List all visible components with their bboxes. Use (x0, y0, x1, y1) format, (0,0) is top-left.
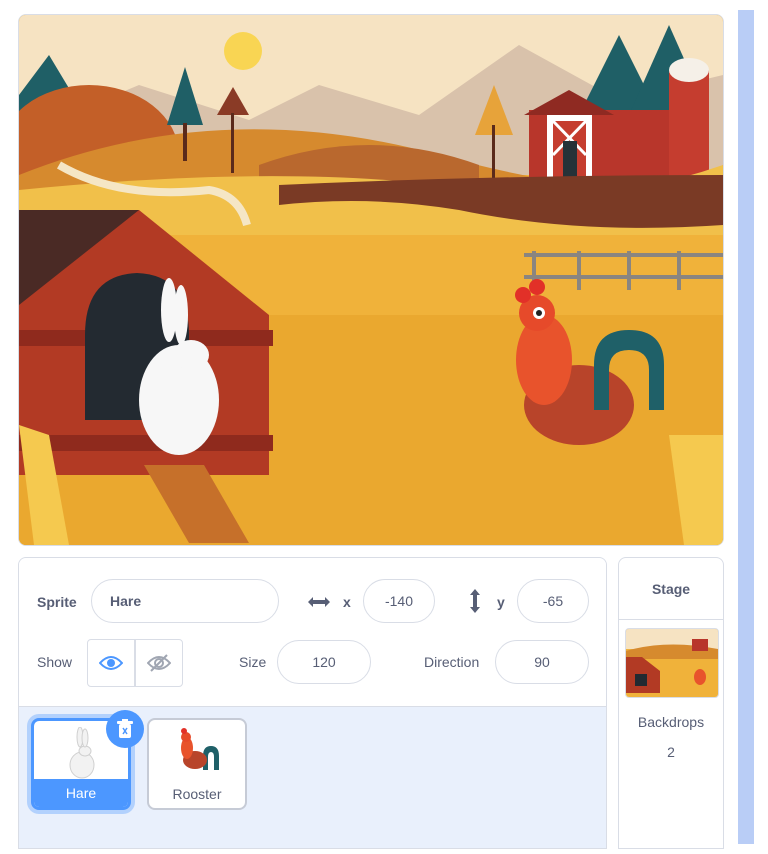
sprite-name-rooster: Rooster (172, 786, 222, 802)
show-label: Show (37, 654, 73, 670)
sprite-label: Sprite (37, 594, 77, 610)
show-hidden-button[interactable] (135, 639, 183, 687)
size-value: 120 (312, 654, 336, 670)
direction-value: 90 (534, 654, 550, 670)
scrollbar[interactable] (738, 10, 754, 844)
y-label: y (497, 594, 505, 610)
sprite-tile-rooster[interactable]: Rooster (147, 718, 247, 810)
hare-thumbnail (69, 727, 95, 779)
show-visible-button[interactable] (87, 639, 135, 687)
stage-selector[interactable]: Stage Backdrops 2 (618, 557, 724, 849)
backdrops-count: 2 (667, 744, 675, 760)
direction-field[interactable]: 90 (495, 640, 589, 684)
sprite-info: Sprite Hare x -140 y -65 Show Size 120 D… (19, 558, 606, 707)
trash-icon (117, 719, 133, 738)
farm-backdrop-image (19, 15, 723, 545)
sprite-pane: Sprite Hare x -140 y -65 Show Size 120 D… (18, 557, 607, 849)
x-label: x (343, 594, 351, 610)
size-label: Size (239, 654, 267, 670)
sprite-name-value: Hare (110, 593, 142, 609)
sprite-name-hare: Hare (34, 779, 128, 807)
rooster-thumbnail (181, 728, 219, 770)
eye-slash-icon (147, 654, 171, 672)
y-position-icon (467, 588, 483, 614)
y-value: -65 (542, 593, 564, 609)
stage-title: Stage (619, 558, 723, 620)
backdrop-thumbnail-image (626, 629, 718, 697)
direction-label: Direction (424, 654, 480, 670)
backdrops-label: Backdrops (637, 714, 705, 730)
size-field[interactable]: 120 (277, 640, 371, 684)
stage-thumbnail[interactable] (625, 628, 719, 698)
eye-icon (99, 656, 123, 670)
delete-sprite-button[interactable] (106, 710, 144, 748)
stage-canvas[interactable] (18, 14, 724, 546)
x-position-icon (307, 594, 331, 610)
x-position-field[interactable]: -140 (363, 579, 435, 623)
x-value: -140 (384, 593, 414, 609)
sprite-name-field[interactable]: Hare (91, 579, 279, 623)
y-position-field[interactable]: -65 (517, 579, 589, 623)
